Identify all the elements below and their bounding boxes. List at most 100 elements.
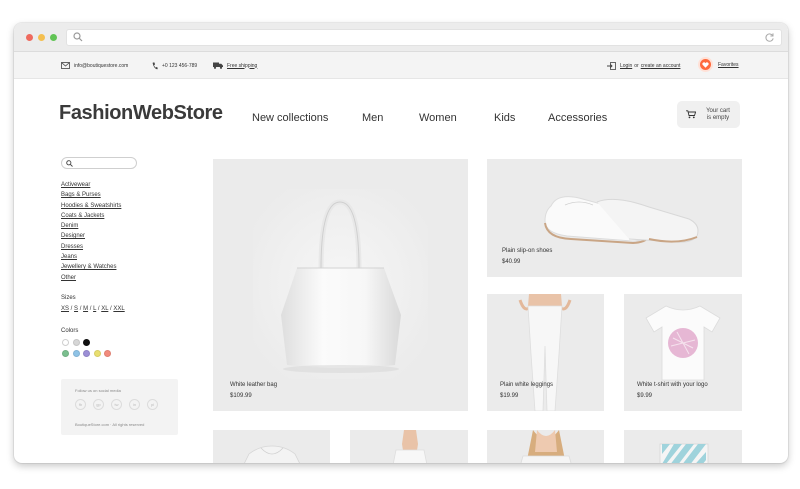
product-name: White leather bag xyxy=(230,382,278,388)
product-card[interactable] xyxy=(350,430,468,463)
nav-men[interactable]: Men xyxy=(362,112,383,124)
product-name: Plain white leggings xyxy=(500,382,554,388)
phone-contact[interactable]: +0 123 456-789 xyxy=(152,62,197,70)
product-name: White t-shirt with your logo xyxy=(637,382,708,388)
color-swatch[interactable] xyxy=(93,350,101,357)
site-logo[interactable]: FashionWebStore xyxy=(59,102,223,125)
email-text: info@boutiquestore.com xyxy=(74,62,129,69)
maximize-window-button[interactable] xyxy=(50,34,57,41)
address-bar[interactable] xyxy=(66,29,782,46)
browser-window: info@boutiquestore.com +0 123 456-789 Fr… xyxy=(14,23,788,463)
cart-status-line1: Your cart xyxy=(706,108,730,114)
cart-button[interactable]: Your cart is empty xyxy=(677,101,740,128)
envelope-icon xyxy=(61,62,70,69)
twitter-icon[interactable]: tw xyxy=(111,399,122,410)
size-xxl[interactable]: XXL xyxy=(113,306,124,312)
product-card[interactable]: Plain white leggings $19.99 xyxy=(487,294,604,411)
product-card[interactable] xyxy=(624,430,742,463)
nav-women[interactable]: Women xyxy=(419,112,457,124)
close-window-button[interactable] xyxy=(26,34,33,41)
category-other[interactable]: Other xyxy=(61,273,121,283)
search-input[interactable] xyxy=(76,159,134,167)
shipping-link[interactable]: Free shipping xyxy=(213,62,257,69)
phone-text: +0 123 456-789 xyxy=(162,63,198,69)
color-swatch[interactable] xyxy=(83,350,90,357)
login-or-text: or xyxy=(634,63,639,69)
cart-status-line2: is empty xyxy=(706,115,730,121)
size-l[interactable]: L xyxy=(93,306,96,312)
category-jeans[interactable]: Jeans xyxy=(61,252,121,262)
phone-icon xyxy=(152,62,158,70)
product-name: Plain slip-on shoes xyxy=(502,248,553,254)
minimize-window-button[interactable] xyxy=(38,34,45,41)
category-dresses[interactable]: Dresses xyxy=(61,242,121,252)
favorites-link[interactable]: Favorites xyxy=(700,59,739,70)
color-swatch[interactable] xyxy=(62,350,69,357)
create-account-link[interactable]: create an account xyxy=(641,63,681,69)
category-list: Activewear Bags & Purses Hoodies & Sweat… xyxy=(61,180,121,283)
email-contact[interactable]: info@boutiquestore.com xyxy=(61,62,128,69)
size-xl[interactable]: XL xyxy=(101,306,108,312)
product-image-cap xyxy=(659,443,709,463)
category-bags-purses[interactable]: Bags & Purses xyxy=(61,190,121,200)
category-hoodies-sweatshirts[interactable]: Hoodies & Sweatshirts xyxy=(61,201,121,211)
product-card[interactable] xyxy=(487,430,604,463)
search-icon xyxy=(73,32,83,42)
sizes-label: Sizes xyxy=(61,295,76,301)
refresh-icon[interactable] xyxy=(764,32,775,43)
cart-status: Your cart is empty xyxy=(702,108,734,122)
product-image-shoes xyxy=(544,196,699,245)
product-price: $19.99 xyxy=(500,393,519,399)
social-media-box: Follow us on social media fb gp tw in pi… xyxy=(61,379,178,435)
color-swatch[interactable] xyxy=(104,350,111,357)
truck-icon xyxy=(213,62,223,69)
size-xs[interactable]: XS xyxy=(61,306,69,312)
heart-icon xyxy=(700,59,711,70)
size-filter: XS / S / M / L / XL / XXL xyxy=(61,306,125,312)
product-image-shirt xyxy=(520,430,572,463)
category-coats-jackets[interactable]: Coats & Jackets xyxy=(61,211,121,221)
browser-toolbar xyxy=(14,23,788,52)
nav-new-collections[interactable]: New collections xyxy=(252,112,328,124)
color-swatch[interactable] xyxy=(72,350,80,357)
color-swatch[interactable] xyxy=(62,339,69,346)
favorites-text: Favorites xyxy=(718,61,739,68)
linkedin-icon[interactable]: in xyxy=(129,399,140,410)
login-area: Login or create an account xyxy=(607,62,680,70)
nav-kids[interactable]: Kids xyxy=(494,112,515,124)
product-image-tshirt xyxy=(645,305,721,381)
size-s[interactable]: S xyxy=(74,306,78,312)
product-card[interactable]: White leather bag $109.99 xyxy=(213,159,468,411)
color-swatch[interactable] xyxy=(83,339,90,346)
search-icon xyxy=(66,160,73,167)
product-card[interactable]: Plain slip-on shoes $40.99 xyxy=(487,159,742,277)
nav-accessories[interactable]: Accessories xyxy=(548,112,607,124)
product-image-bag xyxy=(253,189,428,379)
login-icon xyxy=(607,62,616,70)
top-info-bar: info@boutiquestore.com +0 123 456-789 Fr… xyxy=(14,52,788,79)
product-price: $9.99 xyxy=(637,393,653,399)
facebook-icon[interactable]: fb xyxy=(75,399,86,410)
product-price: $109.99 xyxy=(230,393,252,399)
copyright-text: BoutiqueStore.com · All rights reserved xyxy=(75,422,145,427)
social-title: Follow us on social media xyxy=(75,388,121,393)
product-image-hoodie xyxy=(244,445,300,463)
product-image-leggings xyxy=(518,294,572,411)
product-image-dress xyxy=(392,430,428,463)
category-jewellery-watches[interactable]: Jewellery & Watches xyxy=(61,262,121,272)
pinterest-icon[interactable]: pi xyxy=(147,399,158,410)
google-plus-icon[interactable]: gp xyxy=(93,399,104,410)
category-activewear[interactable]: Activewear xyxy=(61,180,121,190)
colors-label: Colors xyxy=(61,328,79,334)
category-denim[interactable]: Denim xyxy=(61,221,121,231)
cart-icon xyxy=(686,110,696,119)
product-price: $40.99 xyxy=(502,259,521,265)
product-card[interactable]: White t-shirt with your logo $9.99 xyxy=(624,294,742,411)
product-card[interactable] xyxy=(213,430,330,463)
shipping-text: Free shipping xyxy=(227,62,258,69)
size-m[interactable]: M xyxy=(83,306,88,312)
category-designer[interactable]: Designer xyxy=(61,231,121,241)
login-link[interactable]: Login xyxy=(620,63,632,69)
color-swatch[interactable] xyxy=(72,339,80,346)
sidebar-search[interactable] xyxy=(61,157,137,169)
